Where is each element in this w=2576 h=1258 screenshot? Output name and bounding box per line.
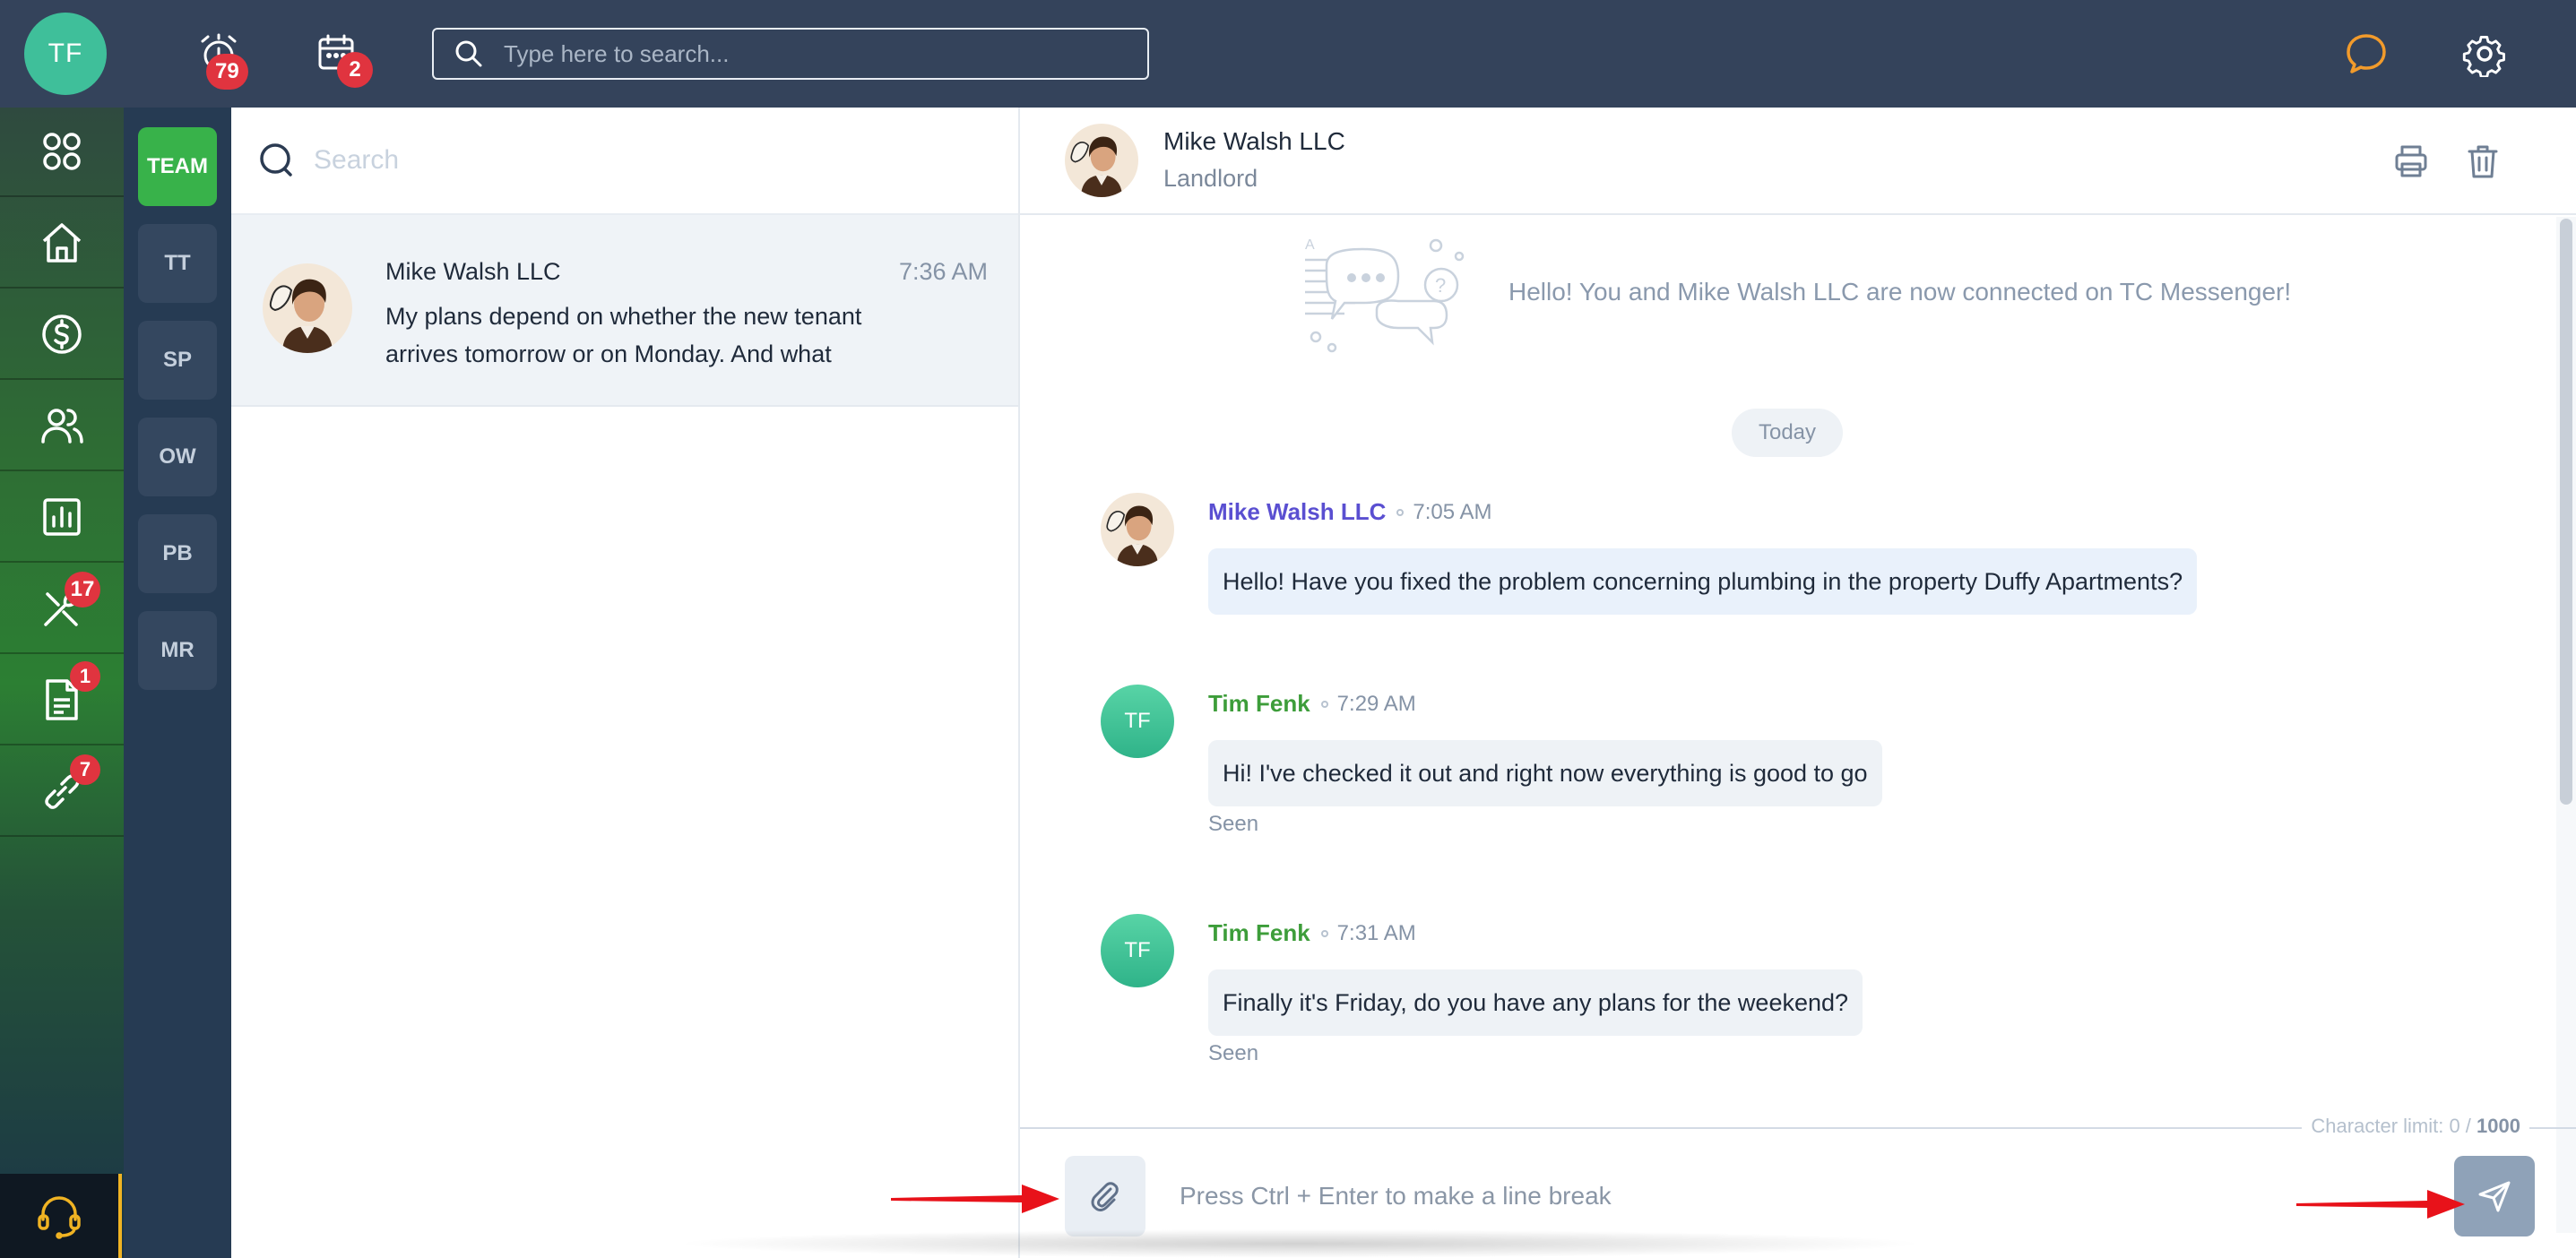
global-search[interactable] bbox=[432, 28, 1149, 80]
chat-scrollbar-thumb[interactable] bbox=[2560, 219, 2572, 805]
date-separator: Today bbox=[1732, 409, 1843, 457]
headset-icon bbox=[38, 1196, 81, 1239]
conversation-time: 7:36 AM bbox=[898, 258, 988, 285]
chat-contact-avatar bbox=[1065, 124, 1138, 197]
message-status: Seen bbox=[1208, 812, 1259, 836]
delete-conversation-button[interactable] bbox=[2461, 140, 2504, 183]
separator-dot bbox=[1320, 700, 1328, 708]
alarm-button[interactable]: 79 bbox=[192, 27, 248, 90]
bottom-shadow bbox=[672, 1229, 1927, 1258]
message-meta: Tim Fenk 7:31 AM bbox=[1208, 919, 1416, 947]
separator-dot bbox=[1396, 508, 1405, 516]
svg-text:A: A bbox=[1305, 237, 1315, 253]
separator-dot bbox=[1320, 929, 1328, 937]
conversation-search-input[interactable] bbox=[314, 145, 995, 176]
printer-icon bbox=[2395, 145, 2427, 177]
documents-badge: 1 bbox=[70, 661, 100, 692]
settings-button[interactable] bbox=[2458, 27, 2511, 81]
conversation-name: Mike Walsh LLC bbox=[385, 258, 561, 285]
message-input[interactable] bbox=[1180, 1165, 2345, 1228]
chat-subtitle: Landlord bbox=[1163, 165, 1258, 192]
nav-reports[interactable] bbox=[0, 473, 124, 563]
search-icon bbox=[455, 40, 482, 67]
home-icon bbox=[42, 223, 82, 263]
message-time: 7:05 AM bbox=[1413, 499, 1492, 524]
chat-panel: Mike Walsh LLC Landlord A ? Hello! You a… bbox=[1020, 108, 2576, 1258]
message-avatar: TF bbox=[1101, 914, 1174, 987]
maintenance-badge: 17 bbox=[65, 572, 100, 607]
team-tab-mr[interactable]: MR bbox=[138, 611, 217, 690]
print-button[interactable] bbox=[2390, 140, 2433, 183]
calendar-badge: 2 bbox=[337, 52, 373, 88]
person-photo-icon bbox=[263, 263, 352, 353]
message-meta: Tim Fenk 7:29 AM bbox=[1208, 690, 1416, 718]
left-navigation: 17 1 7 bbox=[0, 108, 124, 1258]
message-bubble: Finally it's Friday, do you have any pla… bbox=[1208, 969, 1863, 1036]
chat-title: Mike Walsh LLC bbox=[1163, 127, 1345, 155]
dollar-circle-icon bbox=[42, 314, 82, 354]
trash-icon bbox=[2468, 145, 2498, 178]
message-avatar: TF bbox=[1101, 685, 1174, 758]
alarm-badge: 79 bbox=[206, 54, 248, 90]
connection-notice: Hello! You and Mike Walsh LLC are now co… bbox=[1508, 278, 2292, 306]
person-photo-icon bbox=[1065, 124, 1138, 197]
message-time: 7:31 AM bbox=[1336, 920, 1416, 945]
top-bar: TF 79 2 bbox=[0, 0, 2576, 108]
conversation-snippet: My plans depend on whether the new tenan… bbox=[385, 303, 862, 367]
calendar-button[interactable]: 2 bbox=[310, 27, 373, 88]
apps-grid-icon bbox=[43, 133, 81, 170]
nav-documents[interactable]: 1 bbox=[0, 656, 124, 745]
message-sender: Mike Walsh LLC bbox=[1208, 498, 1387, 525]
message-meta: Mike Walsh LLC 7:05 AM bbox=[1208, 498, 1491, 526]
nav-integrations[interactable]: 7 bbox=[0, 747, 124, 837]
team-tab-team[interactable]: TEAM bbox=[138, 127, 217, 206]
message-time: 7:29 AM bbox=[1336, 691, 1416, 716]
message-status: Seen bbox=[1208, 1041, 1259, 1065]
attach-file-button[interactable] bbox=[1065, 1156, 1145, 1236]
messenger-illustration-icon: A ? bbox=[1305, 237, 1465, 353]
annotation-arrow-left bbox=[891, 1185, 1059, 1213]
user-avatar[interactable]: TF bbox=[24, 13, 107, 95]
nav-people[interactable] bbox=[0, 382, 124, 471]
person-photo-icon bbox=[1101, 493, 1174, 566]
people-icon bbox=[41, 409, 83, 444]
team-tab-pb[interactable]: PB bbox=[138, 514, 217, 593]
conversation-list: Mike Walsh LLC 7:36 AM My plans depend o… bbox=[231, 108, 1020, 1258]
conversation-item[interactable]: Mike Walsh LLC 7:36 AM My plans depend o… bbox=[231, 215, 1018, 407]
team-tab-ow[interactable]: OW bbox=[138, 418, 217, 496]
nav-maintenance[interactable]: 17 bbox=[0, 564, 124, 654]
message-bubble: Hi! I've checked it out and right now ev… bbox=[1208, 740, 1882, 806]
nav-accounting[interactable] bbox=[0, 290, 124, 380]
support-button[interactable] bbox=[0, 1174, 122, 1258]
message-sender: Tim Fenk bbox=[1208, 690, 1310, 717]
message-avatar bbox=[1101, 493, 1174, 566]
annotation-arrow-right bbox=[2296, 1190, 2465, 1219]
contact-avatar bbox=[263, 263, 352, 353]
chat-header: Mike Walsh LLC Landlord bbox=[1020, 108, 2576, 215]
nav-home[interactable] bbox=[0, 199, 124, 289]
chat-bubble-icon bbox=[2347, 34, 2386, 73]
team-tab-sp[interactable]: SP bbox=[138, 321, 217, 400]
character-limit: Character limit: 0 / 1000 bbox=[2302, 1115, 2529, 1138]
integrations-badge: 7 bbox=[70, 754, 100, 785]
global-search-input[interactable] bbox=[504, 39, 1113, 68]
message-bubble: Hello! Have you fixed the problem concer… bbox=[1208, 548, 2198, 615]
nav-dashboard[interactable] bbox=[0, 108, 124, 197]
gear-icon bbox=[2462, 35, 2505, 77]
paperclip-icon bbox=[1091, 1182, 1119, 1211]
message-sender: Tim Fenk bbox=[1208, 919, 1310, 946]
team-tab-tt[interactable]: TT bbox=[138, 224, 217, 303]
conversation-search[interactable] bbox=[231, 108, 1018, 215]
team-switcher: TEAM TT SP OW PB MR bbox=[124, 108, 231, 1258]
messenger-button[interactable] bbox=[2339, 27, 2393, 81]
bar-chart-icon bbox=[43, 498, 81, 536]
search-icon bbox=[260, 143, 292, 177]
svg-text:?: ? bbox=[1435, 274, 1446, 297]
send-arrow-icon bbox=[2478, 1181, 2511, 1212]
